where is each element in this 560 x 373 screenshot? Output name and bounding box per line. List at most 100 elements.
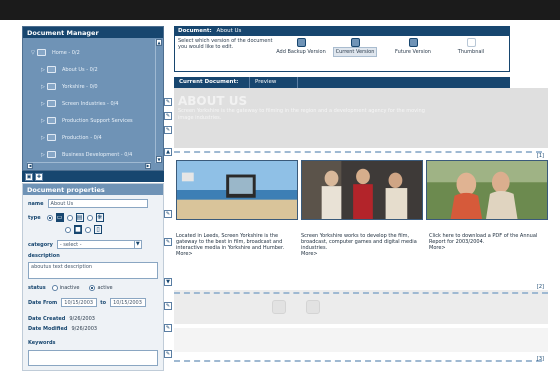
scroll-up-icon[interactable]: ▲	[156, 39, 162, 46]
backup-icon	[296, 38, 306, 47]
empty-section-panel[interactable]	[174, 328, 548, 352]
date-created-row: Date Created 9/26/2003	[28, 316, 95, 322]
status-active-label: active	[97, 285, 113, 291]
tree-item-production[interactable]: ▷ Production - 0/4	[23, 129, 163, 146]
edit-icon[interactable]: ✎	[164, 324, 172, 332]
tree-item-home[interactable]: ▽ Home - 0/2	[23, 44, 163, 61]
caption-annual-report: Click here to download a PDF of the Annu…	[429, 233, 538, 251]
thumbnail-button[interactable]: Thumbnail	[445, 38, 497, 55]
name-row: name About Us	[28, 199, 148, 208]
add-document-icon[interactable]: ✚	[35, 172, 43, 181]
ghost-footer-panel[interactable]	[174, 290, 548, 324]
intro-panel[interactable]: ABOUT US Screen Yorkshire is the gateway…	[174, 88, 548, 148]
date-created-value: 9/26/2003	[69, 316, 95, 322]
keywords-label-row: Keywords	[28, 340, 60, 346]
document-title-name: About Us	[216, 28, 242, 34]
video-icon: ■	[74, 225, 82, 234]
photo-portrait[interactable]	[426, 160, 548, 220]
page-preview-canvas: ABOUT US Screen Yorkshire is the gateway…	[174, 88, 554, 371]
category-row: category - select - ▼	[28, 240, 142, 249]
tree-item-screen-industries[interactable]: ▷ Screen Industries - 0/4	[23, 95, 163, 112]
monitor-icon: ▭	[55, 213, 64, 222]
keywords-row	[28, 350, 158, 366]
type-radio-1[interactable]	[46, 214, 53, 221]
status-inactive-radio[interactable]	[51, 285, 58, 291]
folder-icon	[47, 151, 56, 158]
document-icon: ▤	[75, 213, 84, 222]
type-radio-2[interactable]	[66, 214, 73, 221]
photo-tv-beach[interactable]	[176, 160, 298, 220]
future-version-button[interactable]: Future Version	[387, 38, 439, 55]
date-range-row: Date From 10/15/2003 to 10/15/2003	[28, 298, 147, 307]
document-manager-title: Document Manager	[23, 27, 163, 38]
edit-icon[interactable]: ✎	[164, 210, 172, 218]
tree-vertical-scrollbar[interactable]: ▲ ▼	[155, 39, 162, 163]
type-radio-4[interactable]	[65, 226, 71, 233]
tree-item-about-us[interactable]: ▷ About Us - 0/2	[23, 61, 163, 78]
edit-side-strip: ✎ ✎ ✎ ▲ ✎ ✎ ▼ ✎ ✎ ✎	[164, 88, 173, 371]
edit-icon[interactable]: ✎	[164, 350, 172, 358]
description-label-row: description	[28, 253, 64, 259]
scroll-right-icon[interactable]: ▶	[145, 163, 151, 169]
edit-icon[interactable]: ✎	[164, 98, 172, 106]
status-active-radio[interactable]	[89, 285, 96, 291]
edit-icon[interactable]: ✎	[164, 302, 172, 310]
description-row: aboutus text description	[28, 262, 158, 279]
date-created-label: Date Created	[28, 316, 66, 322]
section-divider	[174, 360, 542, 362]
date-modified-label: Date Modified	[28, 326, 68, 332]
document-manager-panel: Document Manager ▽ Home - 0/2 ▷ About Us…	[22, 26, 164, 171]
more-link[interactable]: More>	[301, 251, 318, 257]
tab-current-document[interactable]: Current Document:	[174, 77, 250, 88]
intro-title: ABOUT US	[178, 94, 248, 108]
document-manager-toolbar: ▣ ✚	[22, 171, 164, 182]
description-field[interactable]: aboutus text description	[28, 262, 158, 279]
future-version-icon	[408, 38, 418, 47]
tree-item-yorkshire[interactable]: ▷ Yorkshire - 0/0	[23, 78, 163, 95]
tree-horizontal-scrollbar[interactable]: ◀ ▶	[27, 162, 151, 169]
move-up-icon[interactable]: ▲	[164, 148, 172, 156]
move-down-icon[interactable]: ▼	[164, 278, 172, 286]
date-to-field[interactable]: 10/15/2003	[110, 298, 147, 307]
section-marker: [3]	[536, 356, 544, 362]
more-link[interactable]: More>	[176, 251, 193, 257]
description-label: description	[28, 253, 60, 259]
edit-icon[interactable]: ✎	[164, 238, 172, 246]
status-row: status inactive active	[28, 285, 113, 291]
link-icon: ❋	[95, 213, 104, 222]
edit-icon[interactable]: ✎	[164, 126, 172, 134]
scroll-left-icon[interactable]: ◀	[27, 163, 33, 169]
document-tree: ▽ Home - 0/2 ▷ About Us - 0/2 ▷ Yorkshir…	[23, 38, 163, 158]
tree-item-business-development[interactable]: ▷ Business Development - 0/4	[23, 146, 163, 163]
page-icon: ▯	[94, 225, 102, 234]
more-link[interactable]: More>	[429, 245, 446, 251]
keywords-label: Keywords	[28, 340, 56, 346]
chevron-down-icon[interactable]: ▼	[134, 240, 142, 249]
tab-preview[interactable]: Preview	[250, 77, 298, 88]
status-label: status	[28, 285, 46, 291]
edit-icon[interactable]: ✎	[164, 112, 172, 120]
folder-icon	[47, 117, 56, 124]
category-label: category	[28, 241, 53, 248]
current-version-button[interactable]: Current Version	[329, 38, 381, 57]
ghost-arrow-icon	[272, 300, 286, 314]
name-field[interactable]: About Us	[47, 199, 148, 208]
category-select[interactable]: - select -	[56, 240, 135, 249]
folder-icon	[47, 83, 56, 90]
scroll-down-icon[interactable]: ▼	[156, 156, 162, 163]
date-from-field[interactable]: 10/15/2003	[61, 298, 98, 307]
image-tool-icon[interactable]: ▣	[25, 172, 33, 181]
ghost-image-icon	[306, 300, 320, 314]
document-title-bar: Document: About Us	[175, 27, 509, 36]
type-row-2: ■ ▯	[63, 225, 103, 234]
name-label: name	[28, 200, 44, 207]
version-instruction: Select which version of the document you…	[178, 38, 273, 50]
keywords-field[interactable]	[28, 350, 158, 366]
tree-item-production-support[interactable]: ▷ Production Support Services	[23, 112, 163, 129]
type-radio-3[interactable]	[86, 214, 93, 221]
add-backup-version-button[interactable]: Add Backup Version	[275, 38, 327, 55]
type-radio-5[interactable]	[85, 226, 91, 233]
photo-costume-group[interactable]	[301, 160, 423, 220]
date-modified-row: Date Modified 9/26/2003	[28, 326, 97, 332]
folder-icon	[47, 66, 56, 73]
